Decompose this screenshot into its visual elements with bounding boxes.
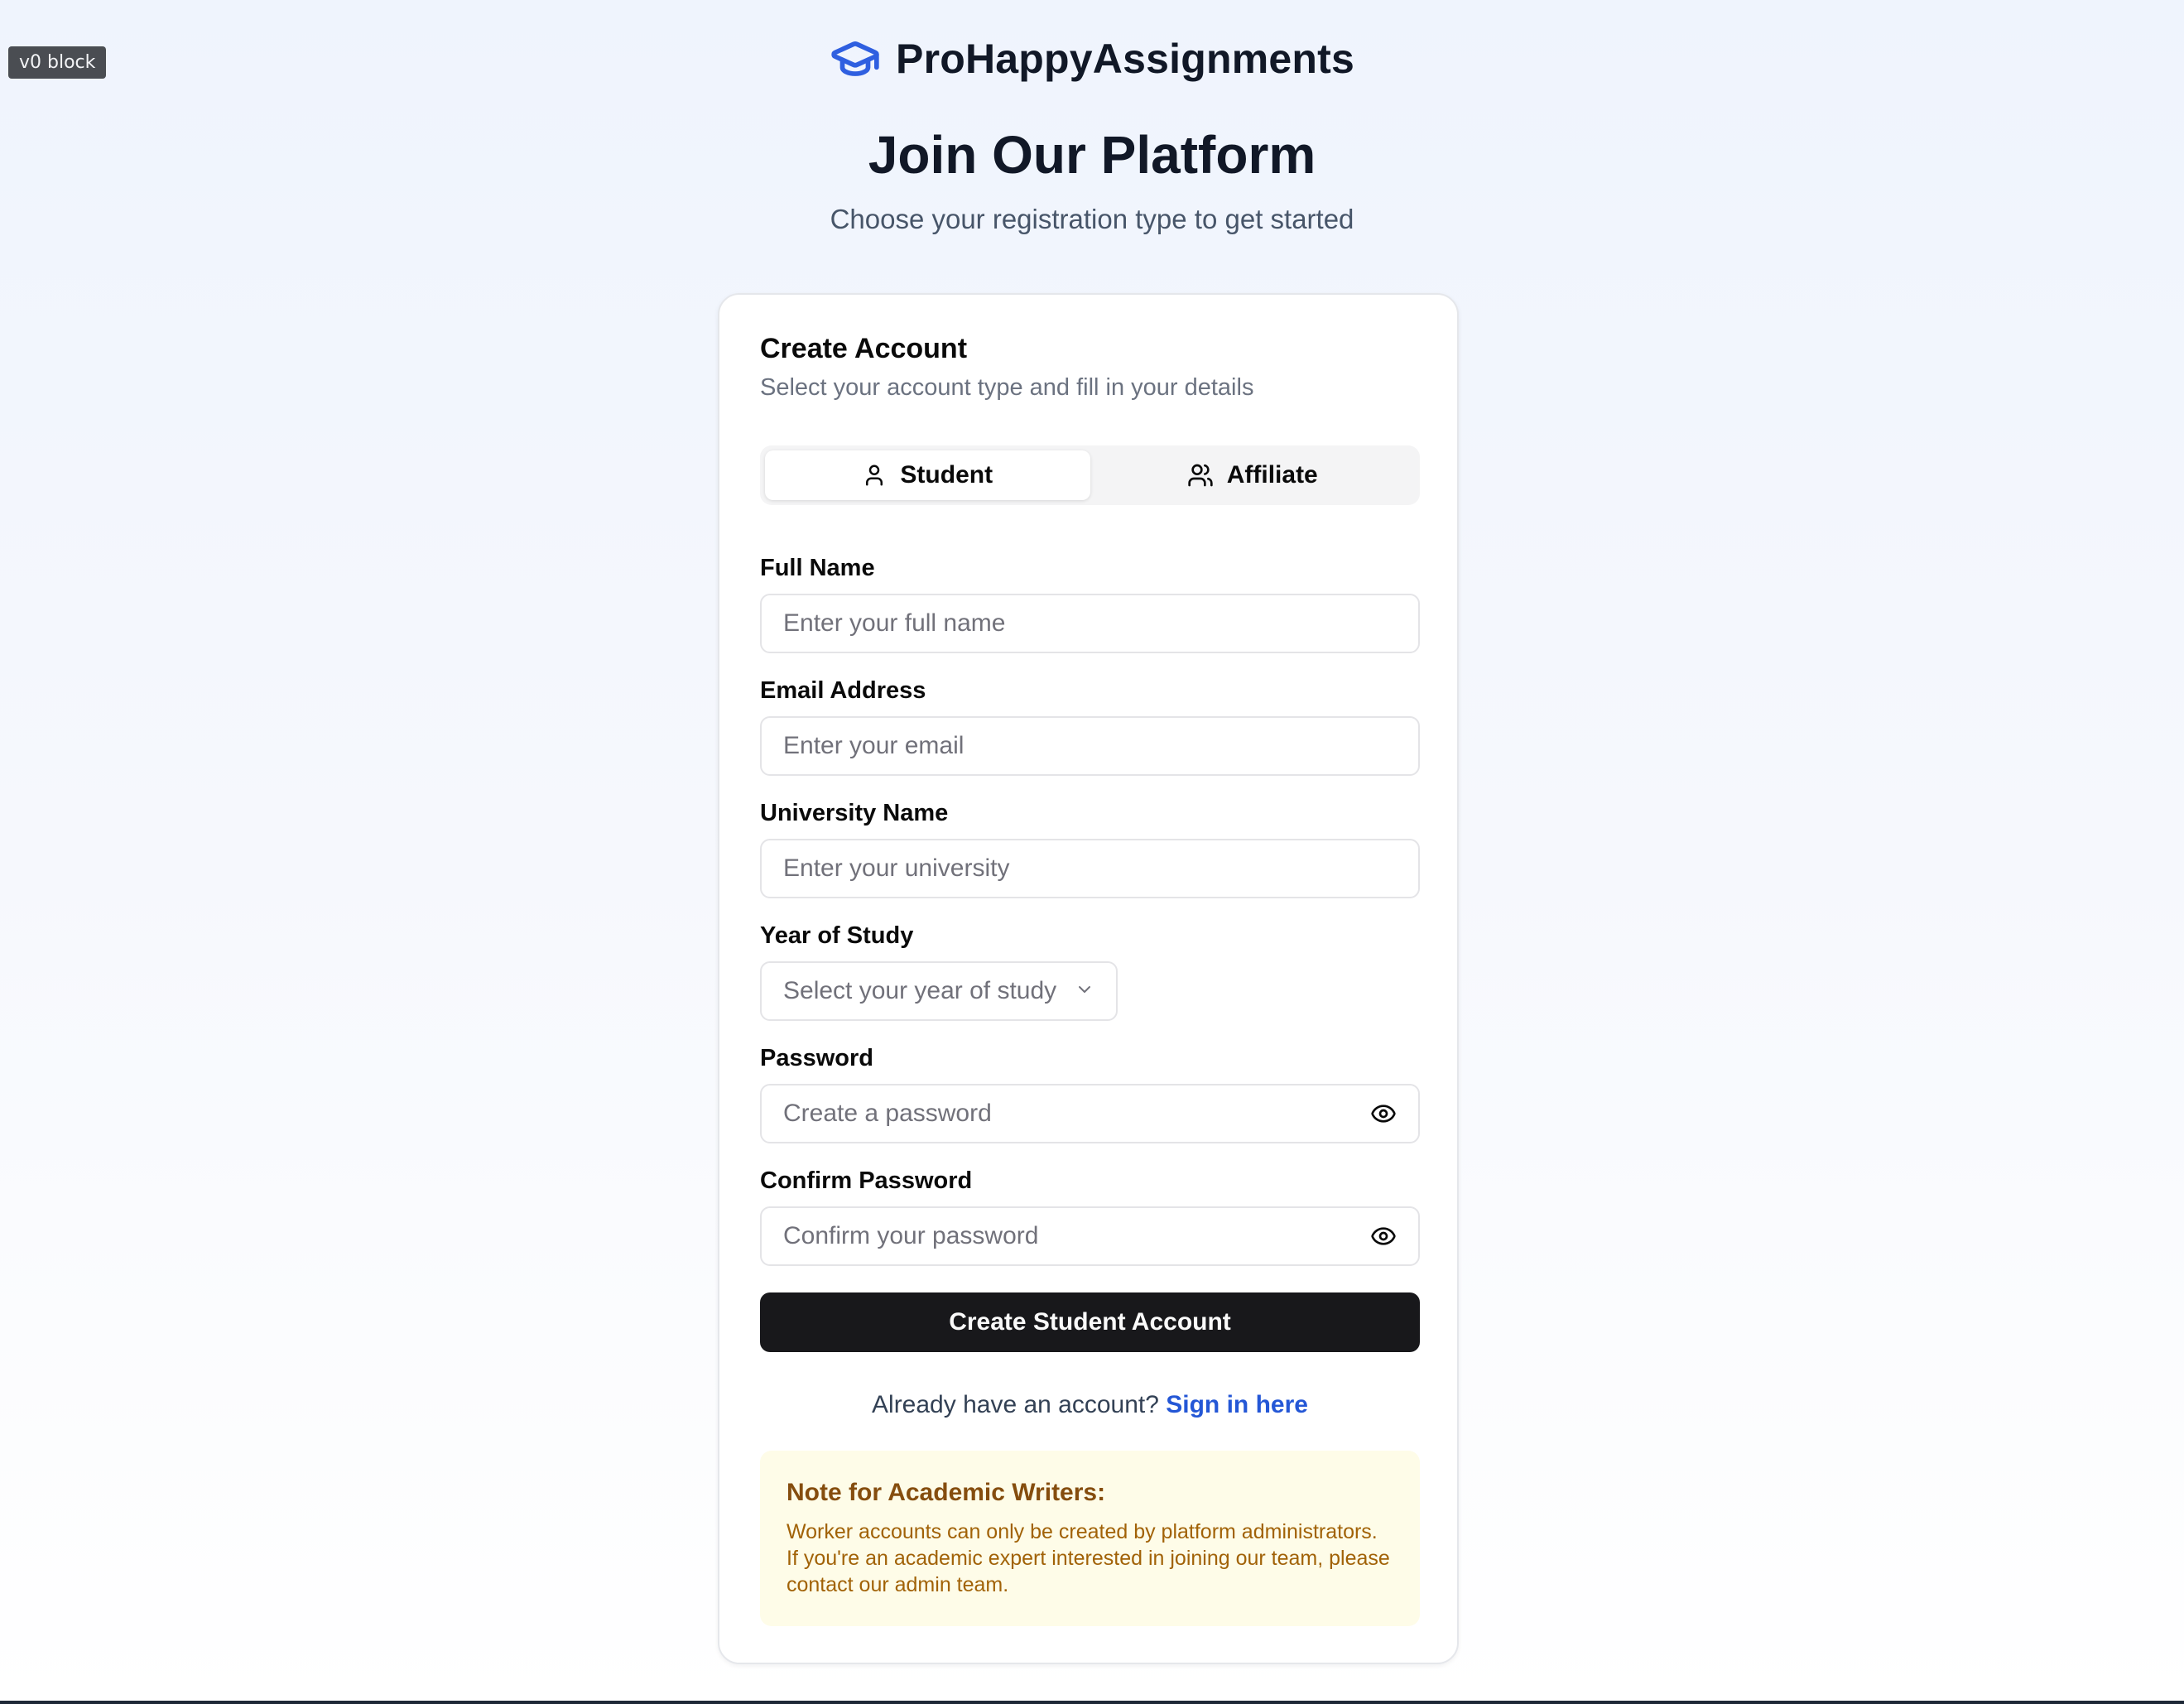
signin-prompt: Already have an account? Sign in here bbox=[760, 1391, 1420, 1419]
university-label: University Name bbox=[760, 800, 949, 826]
year-of-study-label: Year of Study bbox=[760, 922, 914, 949]
card-title: Create Account bbox=[760, 333, 968, 364]
tab-affiliate[interactable]: Affiliate bbox=[1090, 450, 1416, 500]
university-field[interactable] bbox=[760, 839, 1420, 898]
note-body: Worker accounts can only be created by p… bbox=[787, 1520, 1390, 1596]
confirm-password-field[interactable] bbox=[760, 1206, 1420, 1266]
year-of-study-value: Select your year of study bbox=[783, 977, 1057, 1004]
year-of-study-select[interactable]: Select your year of study bbox=[760, 961, 1118, 1021]
university-input[interactable] bbox=[783, 854, 1397, 883]
graduation-cap-icon bbox=[830, 33, 881, 84]
note-title: Note for Academic Writers: bbox=[787, 1479, 1106, 1506]
create-student-account-button[interactable]: Create Student Account bbox=[760, 1292, 1420, 1352]
full-name-label: Full Name bbox=[760, 555, 875, 581]
brand-name: ProHappyAssignments bbox=[896, 36, 1354, 82]
password-label: Password bbox=[760, 1045, 873, 1071]
eye-icon[interactable] bbox=[1365, 1095, 1402, 1132]
full-name-field[interactable] bbox=[760, 594, 1420, 653]
email-input[interactable] bbox=[783, 732, 1397, 760]
page-title: Join Our Platform bbox=[868, 125, 1316, 185]
confirm-password-label: Confirm Password bbox=[760, 1167, 973, 1194]
tab-affiliate-label: Affiliate bbox=[1226, 461, 1318, 489]
email-field[interactable] bbox=[760, 716, 1420, 776]
email-label: Email Address bbox=[760, 677, 926, 704]
chevron-down-icon bbox=[1075, 980, 1094, 1004]
user-icon bbox=[862, 463, 887, 488]
tab-student[interactable]: Student bbox=[765, 450, 1090, 500]
users-icon bbox=[1187, 462, 1214, 489]
account-type-tabs: Student Affiliate bbox=[760, 445, 1420, 505]
registration-card: Create Account Select your account type … bbox=[718, 293, 1459, 1664]
signin-prompt-text: Already have an account? bbox=[872, 1391, 1159, 1418]
card-description: Select your account type and fill in you… bbox=[760, 374, 1254, 401]
page-subtitle: Choose your registration type to get sta… bbox=[830, 204, 1354, 234]
full-name-input[interactable] bbox=[783, 609, 1397, 638]
password-field[interactable] bbox=[760, 1084, 1420, 1143]
bottom-border bbox=[0, 1701, 2184, 1704]
tab-student-label: Student bbox=[900, 461, 993, 489]
brand-header: ProHappyAssignments bbox=[0, 33, 2184, 84]
academic-writers-note: Note for Academic Writers: Worker accoun… bbox=[760, 1451, 1420, 1626]
eye-icon[interactable] bbox=[1365, 1218, 1402, 1254]
confirm-password-input[interactable] bbox=[783, 1222, 1365, 1250]
sign-in-link[interactable]: Sign in here bbox=[1166, 1391, 1308, 1418]
password-input[interactable] bbox=[783, 1100, 1365, 1128]
